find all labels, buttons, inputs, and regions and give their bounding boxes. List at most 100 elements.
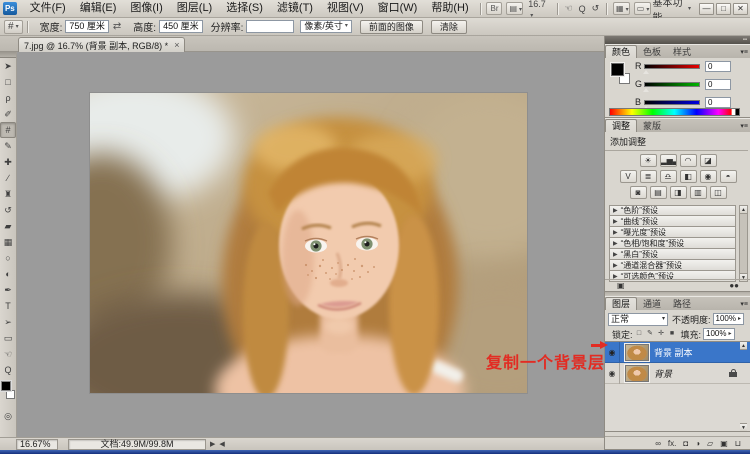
status-zoom-field[interactable]: 16.67% [16,438,58,450]
preset-hue-saturation[interactable]: ▶ “色相/饱和度”预设 [609,238,736,249]
panel-menu-icon[interactable]: ▾≡ [740,47,748,58]
front-image-button[interactable]: 前面的图像 [359,19,423,34]
presets-scrollbar[interactable]: ▲ ▼ [739,205,748,282]
opacity-field[interactable]: 100% ▸ [712,313,744,325]
blend-mode-select[interactable]: 正常 ▾ [608,312,668,326]
tool-eyedropper[interactable]: ✎ [0,138,16,154]
hue-saturation-icon[interactable]: ≣ [639,170,657,183]
menu-filter[interactable]: 滤镜(T) [270,0,320,17]
tool-healing-brush[interactable]: ✚ [0,154,16,170]
lock-all-icon[interactable]: ■ [668,329,677,339]
chevron-right-icon[interactable]: ▶ [613,251,618,258]
posterize-icon[interactable]: ▤ [649,186,667,199]
tool-quick-selection[interactable]: ✐ [0,106,16,122]
minimize-button[interactable]: — [699,2,714,15]
preset-black-white[interactable]: ▶ “黑白”预设 [609,249,736,260]
preset-curves[interactable]: ▶ “曲线”预设 [609,216,736,227]
layer-name[interactable]: 背景 副本 [654,346,693,359]
color-spectrum-ramp[interactable] [609,108,740,116]
tool-brush[interactable]: ∕ [0,170,16,186]
tool-eraser[interactable]: ▰ [0,218,16,234]
layer-row-background[interactable]: ◉ 背景 [605,362,750,384]
lock-pixels-icon[interactable]: ✎ [646,329,655,339]
tool-crop[interactable]: # [0,122,16,138]
foreground-color-swatch[interactable] [610,62,625,77]
restore-button[interactable]: □ [716,2,731,15]
zoom-tool-icon[interactable]: Q [579,4,586,14]
view-extras-icon[interactable]: ▤ ▾ [506,2,524,15]
quick-mask-button[interactable]: ◎ [0,408,16,424]
invert-icon[interactable]: ◙ [629,186,647,199]
tool-dodge[interactable]: ◐ [0,266,16,282]
black-white-icon[interactable]: ◧ [679,170,697,183]
layer-name[interactable]: 背景 [654,367,672,380]
vibrance-icon[interactable]: V [619,170,637,183]
photo-filter-icon[interactable]: ◉ [699,170,717,183]
preset-exposure[interactable]: ▶ “曝光度”预设 [609,227,736,238]
eye-icon[interactable]: ◉ [609,369,616,378]
preset-channel-mixer[interactable]: ▶ “通道混合器”预设 [609,260,736,271]
clip-to-layer-icon[interactable]: ●● [729,281,739,290]
tool-marquee[interactable]: □ [0,74,16,90]
lock-transparent-icon[interactable]: □ [635,329,644,339]
layer-row-background-copy[interactable]: ◉ 背景 副本 [605,341,750,363]
add-layer-mask-icon[interactable]: ◘ [683,439,688,448]
height-field[interactable]: 450 厘米 [159,20,203,33]
preset-levels[interactable]: ▶ “色阶”预设 [609,205,736,216]
tool-path-selection[interactable]: ➢ [0,314,16,330]
blue-slider[interactable] [643,99,700,110]
tool-zoom[interactable]: Q [0,362,16,378]
green-slider[interactable] [643,81,700,92]
slider-marker-icon[interactable] [643,69,649,74]
panel-menu-icon[interactable]: ▾≡ [740,299,748,310]
arrange-documents-icon[interactable]: ▦ ▾ [613,2,630,15]
foreground-color-swatch[interactable] [0,380,12,392]
tab-paths[interactable]: 路径 [667,298,697,310]
background-color-swatch[interactable] [6,390,15,399]
levels-icon[interactable]: ▂▅▃ [659,154,677,167]
brightness-contrast-icon[interactable]: ☀ [639,154,657,167]
menu-view[interactable]: 视图(V) [320,0,371,17]
layer-thumbnail[interactable] [624,363,650,383]
hand-tool-icon[interactable]: ☜ [565,3,573,14]
dock-header[interactable]: ▪▪ [605,36,750,44]
menu-window[interactable]: 窗口(W) [371,0,425,17]
green-value-field[interactable]: 0 [705,78,731,90]
crop-tool-preset[interactable]: # ▾ [4,19,23,34]
blue-value-field[interactable]: 0 [705,96,731,108]
scroll-up-icon[interactable]: ▲ [740,206,747,214]
screen-mode-icon[interactable]: ▭ ▾ [633,2,651,15]
resolution-unit-select[interactable]: 像素/英寸 ▾ [300,20,352,33]
tool-history-brush[interactable]: ↺ [0,202,16,218]
new-group-icon[interactable]: ▱ [707,439,713,448]
tab-channels[interactable]: 通道 [637,298,667,310]
red-value-field[interactable]: 0 [705,60,731,72]
tool-shape[interactable]: ▭ [0,330,16,346]
menu-image[interactable]: 图像(I) [123,0,169,17]
tool-gradient[interactable]: ▦ [0,234,16,250]
width-field[interactable]: 750 厘米 [65,20,109,33]
close-button[interactable]: ✕ [733,2,748,15]
chevron-right-icon[interactable]: ▶ [613,229,618,236]
visibility-cell[interactable]: ◉ [605,362,620,384]
new-adjustment-layer-icon[interactable]: ◑ [695,439,700,448]
clear-button[interactable]: 清除 [430,19,467,34]
tab-swatches[interactable]: 色板 [637,46,667,58]
tab-layers[interactable]: 图层 [605,297,638,310]
fill-field[interactable]: 100% ▸ [703,328,735,340]
tool-move[interactable]: ➤ [0,58,16,74]
tool-lasso[interactable]: ρ [0,90,16,106]
menu-edit[interactable]: 编辑(E) [73,0,124,17]
chevron-right-icon[interactable]: ▶ [613,207,618,214]
canvas-area[interactable] [17,52,604,445]
red-slider[interactable] [643,63,700,74]
expanded-view-icon[interactable]: ▣ [617,281,625,290]
menu-select[interactable]: 选择(S) [219,0,270,17]
tool-clone-stamp[interactable]: ♜ [0,186,16,202]
chevron-right-icon[interactable]: ▶ [613,240,618,247]
threshold-icon[interactable]: ◨ [669,186,687,199]
resolution-field[interactable] [246,20,295,33]
tool-pen[interactable]: ✒ [0,282,16,298]
layers-scrollbar[interactable]: ▲ ▼ [740,342,749,431]
chevron-right-icon[interactable]: ▶ [613,218,618,225]
